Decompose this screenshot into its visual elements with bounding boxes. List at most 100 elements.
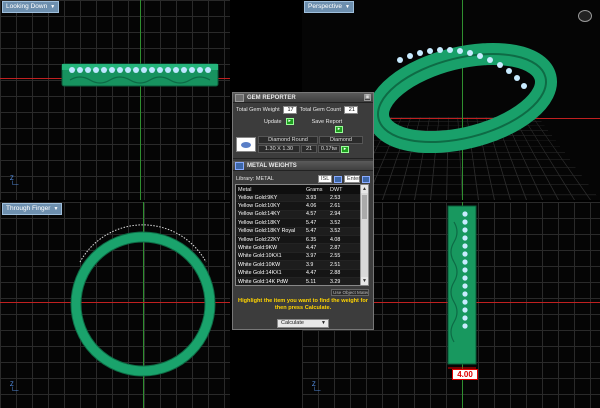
table-row[interactable]: White Gold:10KW 3.9 2.51 xyxy=(236,261,368,270)
table-body: Yellow Gold:9KY 3.93 2.53 Yellow Gold:10KY 4… xyxy=(236,194,368,285)
gem-reporter-title: GEM REPORTER xyxy=(247,94,296,101)
cell-dwt: 2.51 xyxy=(330,261,341,268)
cell-grams: 5.47 xyxy=(306,228,317,235)
ring-front-view xyxy=(70,224,216,377)
library-label: Library: METAL xyxy=(236,176,274,182)
cell-grams: 4.06 xyxy=(306,203,317,210)
diamond-thumbnail xyxy=(236,137,256,152)
column-dwt[interactable]: DWT xyxy=(328,187,352,193)
cell-metal: Yellow Gold:10KY xyxy=(238,203,281,210)
cell-grams: 4.47 xyxy=(306,245,317,252)
library-option-isl[interactable]: ISL xyxy=(318,175,332,183)
cell-dwt: 2.55 xyxy=(330,253,341,260)
viewport-label-perspective[interactable]: Perspective ▼ xyxy=(304,1,354,13)
cell-dwt: 3.52 xyxy=(330,228,341,235)
cell-metal: White Gold:14KX1 xyxy=(238,270,282,277)
cell-dwt: 3.52 xyxy=(330,219,341,226)
table-row[interactable]: White Gold:9KW 4.47 2.87 xyxy=(236,244,368,253)
cell-grams: 4.57 xyxy=(306,211,317,218)
table-row[interactable]: Yellow Gold:18KY 5.47 3.52 xyxy=(236,219,368,228)
calculate-dropdown[interactable]: Calculate ▼ xyxy=(277,319,329,328)
table-row[interactable]: Yellow Gold:10KY 4.06 2.61 xyxy=(236,202,368,211)
viewport-looking-down[interactable]: Z └─ Looking Down ▼ xyxy=(0,0,230,200)
width-dimension-label: 4.00 xyxy=(452,369,478,380)
table-row[interactable]: Yellow Gold:9KY 3.93 2.53 xyxy=(236,194,368,203)
gem-header-type: Diamond xyxy=(319,136,363,144)
update-label: Update xyxy=(263,118,282,125)
scroll-thumb[interactable] xyxy=(362,195,367,219)
metal-weights-table[interactable]: Metal Grams DWT Yellow Gold:9KY 3.93 2.53 Y… xyxy=(235,184,369,286)
table-row[interactable]: Yellow Gold:14KY 4.57 2.94 xyxy=(236,210,368,220)
cell-metal: White Gold:14K PdW xyxy=(238,278,289,285)
calculate-hint: Highlight the item you want to find the … xyxy=(238,298,368,311)
total-gem-weight-value: 17 xyxy=(282,106,297,114)
table-row[interactable]: Yellow Gold:22KY 6.35 4.08 xyxy=(236,235,368,245)
axis-gizmo: Z └─ xyxy=(312,382,321,394)
cell-metal: Yellow Gold:18KY xyxy=(238,219,281,226)
cell-metal: White Gold:10KW xyxy=(238,261,281,268)
chevron-down-icon: ▼ xyxy=(321,320,326,326)
cell-grams: 5.47 xyxy=(306,219,317,226)
axis-gizmo: Z └─ xyxy=(10,176,19,188)
metal-weights-icon xyxy=(235,161,244,170)
metal-weights-title: METAL WEIGHTS xyxy=(247,162,297,169)
gem-reporter-header[interactable]: GEM REPORTER ▣ xyxy=(233,93,373,103)
table-row[interactable]: White Gold:14KX1 4.47 2.88 xyxy=(236,269,368,278)
cell-dwt: 4.08 xyxy=(330,236,341,243)
column-grams[interactable]: Grams xyxy=(304,187,328,193)
cell-grams: 6.35 xyxy=(306,236,317,243)
cell-grams: 3.93 xyxy=(306,194,317,201)
viewport-through-finger[interactable]: Z └─ Through Finger ▼ xyxy=(0,202,230,408)
axis-gizmo: Z └─ xyxy=(10,382,19,394)
cell-metal: White Gold:9KW xyxy=(238,245,278,252)
total-gem-count-value: 21 xyxy=(343,106,358,114)
cell-metal: Yellow Gold:22KY xyxy=(238,236,281,243)
viewport-label-looking-down[interactable]: Looking Down ▼ xyxy=(2,1,60,13)
ring-top-view xyxy=(61,63,219,87)
gem-header-shape: Diamond Round xyxy=(258,136,318,144)
diamond-icon xyxy=(241,141,251,148)
app-window: { "viewports": { "top_left": "Looking Do… xyxy=(0,0,600,408)
scroll-up-icon[interactable]: ▲ xyxy=(361,185,368,193)
collapse-icon[interactable]: ▣ xyxy=(364,94,371,101)
cell-grams: 3.9 xyxy=(306,261,314,268)
save-report-button[interactable]: ▸ xyxy=(335,126,343,133)
gem-select-button[interactable]: ▸ xyxy=(341,145,349,153)
column-metal[interactable]: Metal xyxy=(236,187,304,193)
enter-toggle[interactable] xyxy=(362,175,370,183)
cell-grams: 3.97 xyxy=(306,253,317,260)
table-row[interactable]: White Gold:14K PdW 5.11 3.29 xyxy=(236,277,368,285)
scroll-down-icon[interactable]: ▼ xyxy=(361,277,368,285)
table-scrollbar[interactable]: ▲ ▼ xyxy=(360,185,368,285)
cell-dwt: 2.94 xyxy=(330,211,341,218)
cell-metal: Yellow Gold:14KY xyxy=(238,211,281,218)
teapot-icon xyxy=(578,10,592,22)
gem-reporter-icon xyxy=(235,93,244,102)
cell-metal: Yellow Gold:9KY xyxy=(238,194,278,201)
gem-count: 21 xyxy=(301,145,317,153)
update-button[interactable]: ▸ xyxy=(285,118,294,125)
cell-grams: 4.47 xyxy=(306,270,317,277)
total-gem-weight-label: Total Gem Weight xyxy=(236,107,280,113)
total-gem-count-label: Total Gem Count xyxy=(299,107,341,113)
cell-dwt: 2.88 xyxy=(330,270,341,277)
calculate-label: Calculate xyxy=(281,320,304,326)
save-report-label: Save Report xyxy=(311,118,343,125)
cell-metal: Yellow Gold:18KY Royal xyxy=(238,228,296,235)
viewport-label-through-finger[interactable]: Through Finger ▼ xyxy=(2,203,63,215)
cell-dwt: 2.61 xyxy=(330,203,341,210)
cell-dwt: 2.53 xyxy=(330,194,341,201)
library-option-enter[interactable]: Enter xyxy=(344,175,360,183)
cell-metal: White Gold:10KX1 xyxy=(238,253,282,260)
cell-grams: 5.11 xyxy=(306,278,316,285)
use-object-materials-checkbox[interactable]: Use Object Materials xyxy=(331,289,369,296)
isl-toggle[interactable] xyxy=(334,175,342,183)
table-header: Metal Grams DWT xyxy=(236,185,368,194)
table-row[interactable]: Yellow Gold:18KY Royal 5.47 3.52 xyxy=(236,227,368,236)
gem-weight: 0.17tw xyxy=(318,145,340,153)
metal-weights-header[interactable]: METAL WEIGHTS xyxy=(233,161,373,171)
cell-dwt: 2.87 xyxy=(330,245,341,252)
cell-dwt: 3.29 xyxy=(330,278,341,285)
gem-size: 1.30 X 1.30 xyxy=(258,145,300,153)
table-row[interactable]: White Gold:10KX1 3.97 2.55 xyxy=(236,252,368,262)
